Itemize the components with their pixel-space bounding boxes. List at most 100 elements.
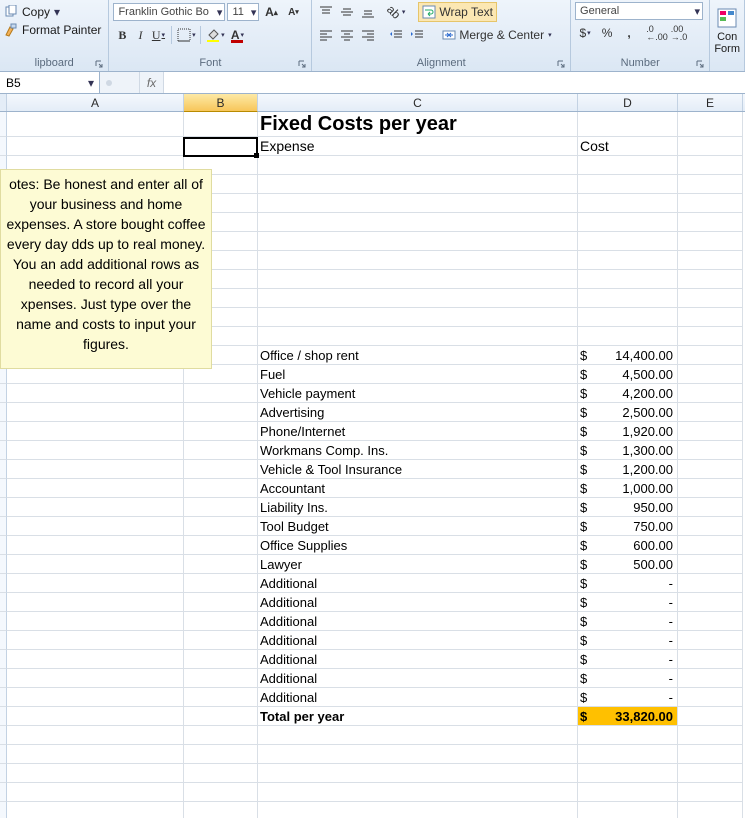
- format-painter-button[interactable]: Format Painter: [4, 22, 101, 38]
- cell-D[interactable]: [578, 194, 678, 213]
- cell-C[interactable]: Lawyer: [258, 555, 578, 574]
- cell-D[interactable]: [578, 251, 678, 270]
- cell-E[interactable]: [678, 517, 743, 536]
- cell-E[interactable]: [678, 251, 743, 270]
- row-header[interactable]: [0, 479, 7, 498]
- cell-B[interactable]: [184, 479, 258, 498]
- cell-A[interactable]: [7, 460, 184, 479]
- cell-B[interactable]: [184, 137, 258, 156]
- cell-A[interactable]: [7, 112, 184, 137]
- increase-decimal-button[interactable]: .0←.00: [647, 23, 667, 43]
- table-row[interactable]: [0, 764, 745, 783]
- cell-D[interactable]: $500.00: [578, 555, 678, 574]
- cell-A[interactable]: [7, 669, 184, 688]
- cell-B[interactable]: [184, 498, 258, 517]
- cell-E[interactable]: [678, 707, 743, 726]
- cell-E[interactable]: [678, 270, 743, 289]
- cell-C[interactable]: Additional: [258, 631, 578, 650]
- decrease-decimal-button[interactable]: .00→.0: [669, 23, 689, 43]
- conditional-formatting-button[interactable]: ConForm: [714, 6, 740, 55]
- percent-format-button[interactable]: %: [597, 23, 617, 43]
- align-middle-button[interactable]: [337, 2, 357, 22]
- cell-D[interactable]: [578, 745, 678, 764]
- cell-D[interactable]: [578, 308, 678, 327]
- cell-D[interactable]: $4,500.00: [578, 365, 678, 384]
- table-row[interactable]: Fixed Costs per year: [0, 112, 745, 137]
- row-header[interactable]: [0, 631, 7, 650]
- cell-A[interactable]: [7, 707, 184, 726]
- cell-B[interactable]: [184, 726, 258, 745]
- worksheet-grid[interactable]: otes: Be honest and enter all of your bu…: [0, 112, 745, 818]
- cell-A[interactable]: [7, 498, 184, 517]
- cell-A[interactable]: [7, 631, 184, 650]
- cell-E[interactable]: [678, 112, 743, 137]
- cell-A[interactable]: [7, 574, 184, 593]
- cell-D[interactable]: $4,200.00: [578, 384, 678, 403]
- cell-D[interactable]: $-: [578, 574, 678, 593]
- accounting-format-button[interactable]: $▾: [575, 23, 595, 43]
- table-row[interactable]: Workmans Comp. Ins.$1,300.00: [0, 441, 745, 460]
- cell-D[interactable]: $1,300.00: [578, 441, 678, 460]
- cell-E[interactable]: [678, 137, 743, 156]
- cell-D[interactable]: $1,000.00: [578, 479, 678, 498]
- cell-B[interactable]: [184, 745, 258, 764]
- cell-C[interactable]: Additional: [258, 593, 578, 612]
- cell-B[interactable]: [184, 669, 258, 688]
- cell-D[interactable]: [578, 764, 678, 783]
- cell-C[interactable]: Expense: [258, 137, 578, 156]
- cell-E[interactable]: [678, 156, 743, 175]
- cell-E[interactable]: [678, 213, 743, 232]
- cell-C[interactable]: [258, 251, 578, 270]
- insert-function-button[interactable]: fx: [140, 72, 164, 93]
- align-top-button[interactable]: [316, 2, 336, 22]
- table-row[interactable]: Vehicle payment$4,200.00: [0, 384, 745, 403]
- cell-E[interactable]: [678, 555, 743, 574]
- cell-B[interactable]: [184, 612, 258, 631]
- cell-C[interactable]: Additional: [258, 650, 578, 669]
- cell-D[interactable]: $600.00: [578, 536, 678, 555]
- cell-E[interactable]: [678, 669, 743, 688]
- decrease-font-button[interactable]: A▾: [283, 2, 303, 22]
- cell-C[interactable]: Advertising: [258, 403, 578, 422]
- cell-B[interactable]: [184, 764, 258, 783]
- table-row[interactable]: Office Supplies$600.00: [0, 536, 745, 555]
- cell-C[interactable]: [258, 745, 578, 764]
- comma-format-button[interactable]: ,: [619, 23, 639, 43]
- cell-C[interactable]: Liability Ins.: [258, 498, 578, 517]
- table-row[interactable]: [0, 745, 745, 764]
- cell-C[interactable]: [258, 175, 578, 194]
- cell-D[interactable]: $750.00: [578, 517, 678, 536]
- cell-A[interactable]: [7, 441, 184, 460]
- table-row[interactable]: Additional$-: [0, 631, 745, 650]
- cell-A[interactable]: [7, 422, 184, 441]
- table-row[interactable]: Vehicle & Tool Insurance$1,200.00: [0, 460, 745, 479]
- cell-B[interactable]: [184, 384, 258, 403]
- cell-B[interactable]: [184, 593, 258, 612]
- cell-A[interactable]: [7, 802, 184, 818]
- cell-D[interactable]: [578, 112, 678, 137]
- row-header[interactable]: [0, 650, 7, 669]
- cell-E[interactable]: [678, 498, 743, 517]
- align-center-button[interactable]: [337, 25, 357, 45]
- cell-C[interactable]: Additional: [258, 612, 578, 631]
- orientation-button[interactable]: ab▾: [386, 2, 406, 22]
- cell-A[interactable]: [7, 688, 184, 707]
- column-header-E[interactable]: E: [678, 94, 743, 111]
- cell-E[interactable]: [678, 327, 743, 346]
- cell-E[interactable]: [678, 384, 743, 403]
- table-row[interactable]: Phone/Internet$1,920.00: [0, 422, 745, 441]
- cell-B[interactable]: [184, 707, 258, 726]
- cell-E[interactable]: [678, 631, 743, 650]
- cell-E[interactable]: [678, 536, 743, 555]
- cell-A[interactable]: [7, 384, 184, 403]
- row-header[interactable]: [0, 574, 7, 593]
- cell-D[interactable]: [578, 232, 678, 251]
- cell-C[interactable]: Vehicle payment: [258, 384, 578, 403]
- decrease-indent-button[interactable]: [386, 25, 406, 45]
- font-name-combo[interactable]: Franklin Gothic Bo▾: [113, 3, 225, 21]
- row-header[interactable]: [0, 460, 7, 479]
- cell-A[interactable]: [7, 783, 184, 802]
- cell-C[interactable]: [258, 213, 578, 232]
- cell-A[interactable]: [7, 479, 184, 498]
- cell-C[interactable]: Tool Budget: [258, 517, 578, 536]
